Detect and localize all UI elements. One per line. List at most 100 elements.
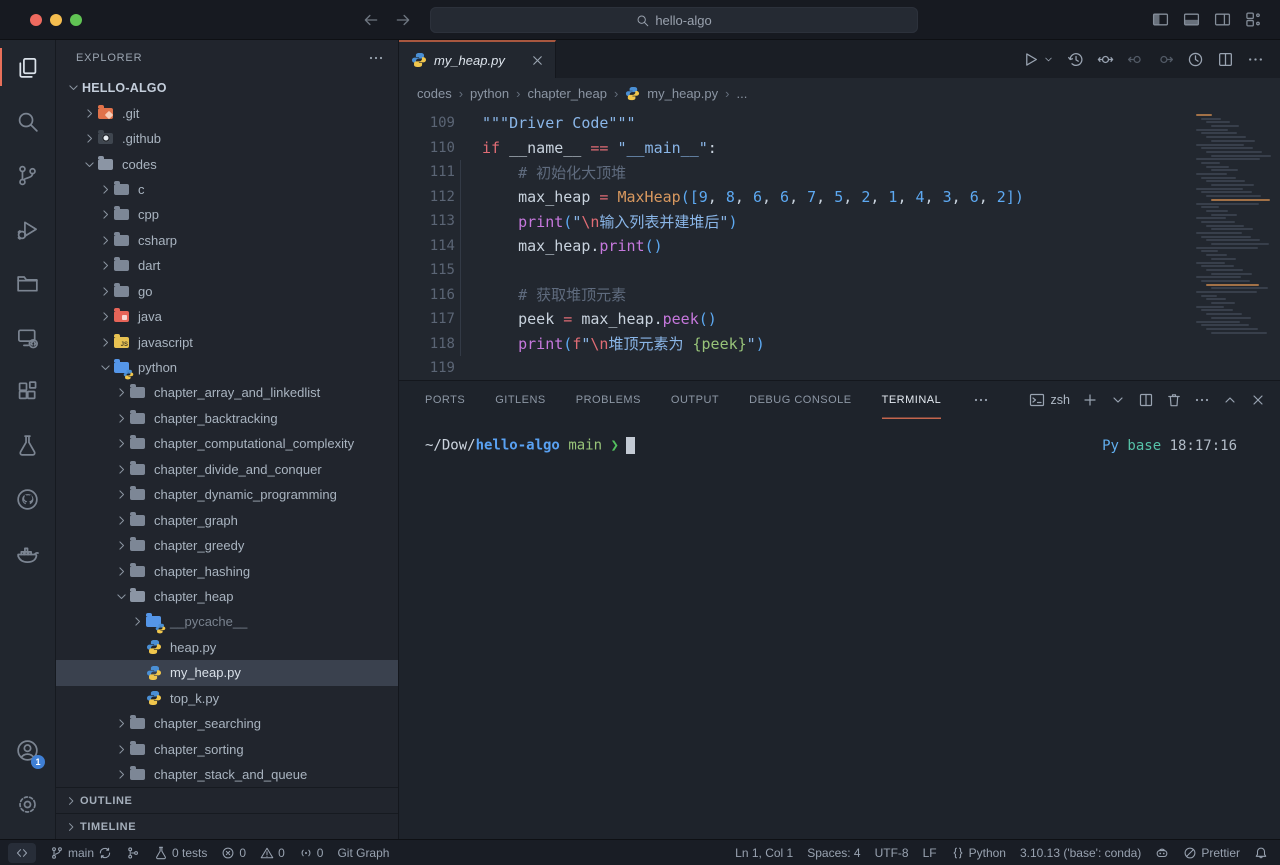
activity-explorer[interactable] [0, 40, 55, 94]
back-icon[interactable] [362, 11, 380, 29]
kill-terminal-button[interactable] [1166, 392, 1182, 408]
customize-layout-icon[interactable] [1245, 11, 1262, 28]
new-terminal-button[interactable] [1082, 392, 1098, 408]
views-more-icon[interactable] [368, 50, 384, 66]
command-center-search[interactable]: hello-algo [430, 7, 918, 33]
status-copilot[interactable] [1155, 846, 1169, 860]
tree-item-c[interactable]: c [56, 177, 398, 202]
status-cursor-position[interactable]: Ln 1, Col 1 [735, 846, 793, 860]
tree-item-top-k-py[interactable]: top_k.py [56, 686, 398, 711]
status-eol[interactable]: LF [923, 846, 937, 860]
tree-item-javascript[interactable]: javascript [56, 329, 398, 354]
maximize-panel-button[interactable] [1222, 392, 1238, 408]
tree-item-chapter-searching[interactable]: chapter_searching [56, 711, 398, 736]
code-line-118[interactable]: 118 print(f"\n堆顶元素为 {peek}") [399, 332, 1280, 357]
tree-item-chapter-dynamic-programming[interactable]: chapter_dynamic_programming [56, 482, 398, 507]
tree-item-chapter-heap[interactable]: chapter_heap [56, 584, 398, 609]
status-indentation[interactable]: Spaces: 4 [807, 846, 860, 860]
tree-item-chapter-sorting[interactable]: chapter_sorting [56, 736, 398, 761]
activity-extensions[interactable] [0, 364, 55, 418]
code-line-112[interactable]: 112 max_heap = MaxHeap([9, 8, 6, 6, 7, 5… [399, 185, 1280, 210]
panel-tab-terminal[interactable]: TERMINAL [882, 381, 942, 419]
status-errors[interactable]: 0 [221, 846, 246, 860]
status-language-mode[interactable]: Python [951, 846, 1006, 860]
code-line-119[interactable]: 119 [399, 356, 1280, 380]
code-line-113[interactable]: 113 print("\n输入列表并建堆后") [399, 209, 1280, 234]
outline-section[interactable]: OUTLINE [56, 787, 398, 813]
tree-item--github[interactable]: .github [56, 126, 398, 151]
panel-tab-output[interactable]: OUTPUT [671, 381, 719, 419]
close-panel-button[interactable] [1250, 392, 1266, 408]
activity-testing[interactable] [0, 418, 55, 472]
close-tab-icon[interactable] [530, 53, 545, 68]
tree-item-chapter-backtracking[interactable]: chapter_backtracking [56, 406, 398, 431]
status-notifications[interactable] [1254, 846, 1268, 860]
tab-my-heap[interactable]: my_heap.py [399, 40, 556, 78]
panel-tabs-more-icon[interactable] [973, 392, 989, 408]
code-line-109[interactable]: 109"""Driver Code""" [399, 111, 1280, 136]
activity-github[interactable] [0, 472, 55, 526]
status-git-graph-indicator[interactable] [126, 846, 140, 860]
activity-folder-view[interactable] [0, 256, 55, 310]
code-editor[interactable]: 109"""Driver Code"""110if __name__ == "_… [399, 108, 1280, 380]
code-line-114[interactable]: 114 max_heap.print() [399, 234, 1280, 259]
activity-remote-explorer[interactable] [0, 310, 55, 364]
tree-item-codes[interactable]: codes [56, 151, 398, 176]
code-line-116[interactable]: 116 # 获取堆顶元素 [399, 283, 1280, 308]
tree-item-chapter-hashing[interactable]: chapter_hashing [56, 558, 398, 583]
split-terminal-button[interactable] [1138, 392, 1154, 408]
breadcrumb-item[interactable]: my_heap.py [647, 86, 718, 101]
gitlens-button[interactable] [1187, 51, 1204, 68]
activity-docker[interactable] [0, 526, 55, 580]
tree-item-heap-py[interactable]: heap.py [56, 635, 398, 660]
activity-accounts[interactable]: 1 [0, 723, 55, 777]
toggle-primary-sidebar-icon[interactable] [1152, 11, 1169, 28]
shell-name[interactable]: zsh [1051, 393, 1070, 407]
forward-icon[interactable] [394, 11, 412, 29]
status-python-interpreter[interactable]: 3.10.13 ('base': conda) [1020, 846, 1141, 860]
code-line-115[interactable]: 115 [399, 258, 1280, 283]
toggle-panel-icon[interactable] [1183, 11, 1200, 28]
tree-item-dart[interactable]: dart [56, 253, 398, 278]
close-window-button[interactable] [30, 14, 42, 26]
previous-change-button[interactable] [1127, 51, 1144, 68]
tree-item-chapter-stack-and-queue[interactable]: chapter_stack_and_queue [56, 762, 398, 787]
shell-selector[interactable] [1029, 392, 1045, 408]
breadcrumb-item[interactable]: ... [736, 86, 747, 101]
tree-item-chapter-array-and-linkedlist[interactable]: chapter_array_and_linkedlist [56, 380, 398, 405]
compare-button[interactable] [1097, 51, 1114, 68]
tree-item-hello-algo[interactable]: HELLO-ALGO [56, 75, 398, 100]
status-encoding[interactable]: UTF-8 [875, 846, 909, 860]
activity-run-and-debug[interactable] [0, 202, 55, 256]
tree-item-csharp[interactable]: csharp [56, 228, 398, 253]
activity-search[interactable] [0, 94, 55, 148]
split-editor-button[interactable] [1217, 51, 1234, 68]
zoom-window-button[interactable] [70, 14, 82, 26]
tree-item--pycache-[interactable]: __pycache__ [56, 609, 398, 634]
minimize-window-button[interactable] [50, 14, 62, 26]
breadcrumb-item[interactable]: codes [417, 86, 452, 101]
tree-item-python[interactable]: python [56, 355, 398, 380]
breadcrumb-item[interactable]: python [470, 86, 509, 101]
tree-item-chapter-graph[interactable]: chapter_graph [56, 507, 398, 532]
file-history-button[interactable] [1067, 51, 1084, 68]
tree-item-java[interactable]: java [56, 304, 398, 329]
tree-item-go[interactable]: go [56, 279, 398, 304]
panel-tab-ports[interactable]: PORTS [425, 381, 465, 419]
terminal[interactable]: ~/Dow/hello-algo main ❯ Py base 18:17:16 [399, 419, 1280, 839]
activity-settings[interactable] [0, 777, 55, 831]
status-ports[interactable]: 0 [299, 846, 324, 860]
panel-tab-debug-console[interactable]: DEBUG CONSOLE [749, 381, 851, 419]
tree-item-chapter-greedy[interactable]: chapter_greedy [56, 533, 398, 558]
activity-source-control[interactable] [0, 148, 55, 202]
tree-item--git[interactable]: .git [56, 100, 398, 125]
timeline-section[interactable]: TIMELINE [56, 813, 398, 839]
status-warnings[interactable]: 0 [260, 846, 285, 860]
tree-item-my-heap-py[interactable]: my_heap.py [56, 660, 398, 685]
toggle-secondary-sidebar-icon[interactable] [1214, 11, 1231, 28]
minimap[interactable] [1196, 114, 1268, 335]
code-line-117[interactable]: 117 peek = max_heap.peek() [399, 307, 1280, 332]
tree-item-cpp[interactable]: cpp [56, 202, 398, 227]
next-change-button[interactable] [1157, 51, 1174, 68]
status-git-branch[interactable]: main [50, 846, 112, 860]
